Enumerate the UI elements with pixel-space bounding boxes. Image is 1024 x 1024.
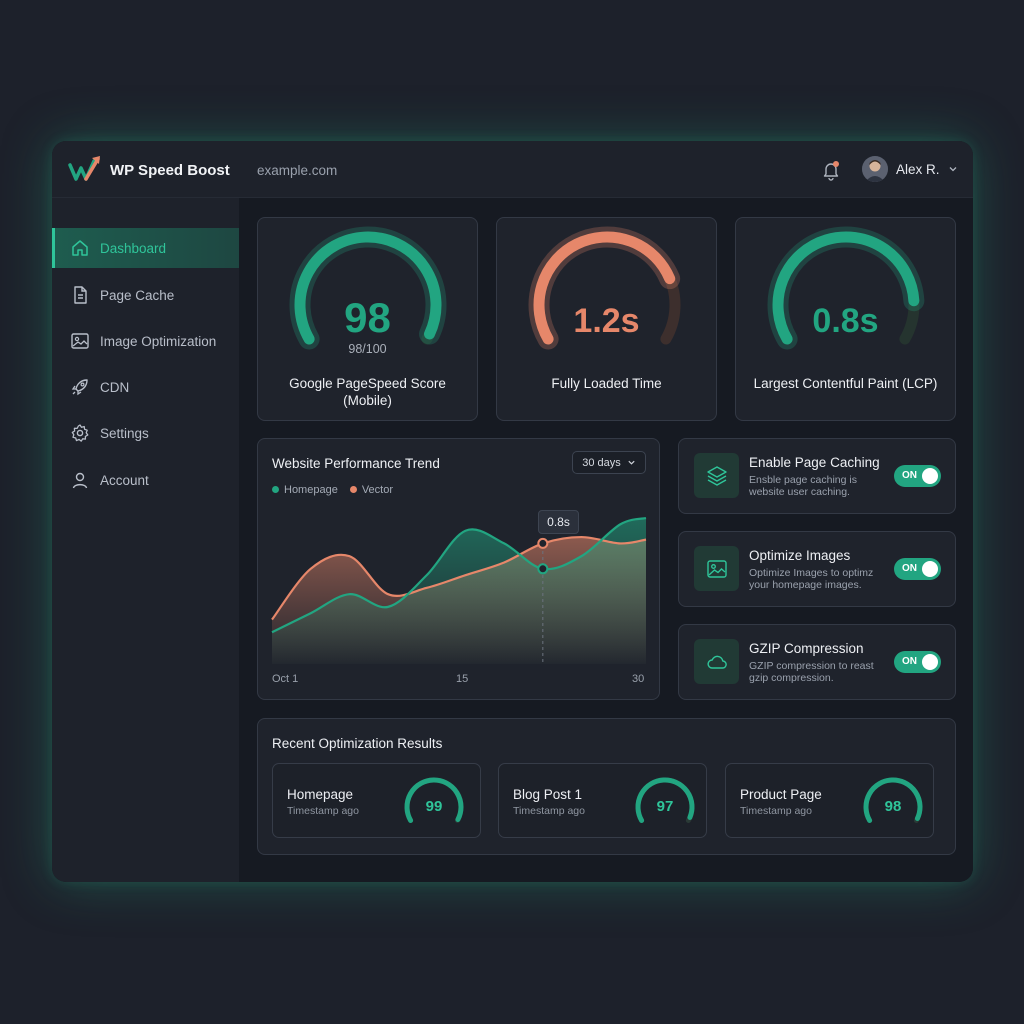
sidebar-item-label: CDN — [100, 379, 130, 395]
description-line: your homepage images. — [749, 579, 862, 591]
toggle-state: ON — [902, 656, 917, 667]
result-item-product-page[interactable]: Product Page Timestamp ago 98 — [725, 763, 934, 838]
sidebar-item-page-cache[interactable]: Page Cache — [52, 275, 239, 315]
description-line: Ensble page caching is — [749, 474, 857, 486]
gear-icon — [71, 424, 89, 442]
toggle-knob — [922, 654, 938, 670]
app-name: WP Speed Boost — [110, 161, 230, 179]
page-caching-description: Ensble page caching is website user cach… — [749, 474, 884, 498]
page-caching-title: Enable Page Caching — [749, 455, 880, 470]
description-line: Optimize Images to optimz — [749, 567, 874, 579]
layers-icon — [706, 465, 727, 486]
result-name: Product Page — [740, 787, 822, 802]
pagespeed-score-label: Google PageSpeed Score (Mobile) — [258, 375, 477, 409]
user-menu[interactable]: Alex R. — [862, 156, 958, 182]
toggle-state: ON — [902, 563, 917, 574]
home-icon — [72, 240, 88, 256]
optimize-images-card: Optimize Images Optimize Images to optim… — [678, 531, 956, 607]
sidebar-item-label: Dashboard — [100, 240, 167, 256]
highlight-point-vector[interactable] — [537, 537, 549, 549]
sidebar-item-dashboard[interactable]: Dashboard — [52, 228, 239, 268]
user-icon — [72, 472, 88, 489]
optimize-images-title: Optimize Images — [749, 548, 851, 563]
lcp-label: Largest Contentful Paint (LCP) — [753, 376, 938, 391]
result-score: 98 — [884, 798, 902, 815]
result-item-homepage[interactable]: Homepage Timestamp ago 99 — [272, 763, 481, 838]
sidebar-item-account[interactable]: Account — [52, 460, 239, 500]
chevron-down-icon — [949, 167, 956, 172]
optimize-images-description: Optimize Images to optimz your homepage … — [749, 567, 884, 591]
result-score: 99 — [425, 798, 443, 815]
x-tick-label: 30 — [632, 673, 645, 685]
recent-results-card: Recent Optimization Results Homepage Tim… — [257, 718, 956, 855]
toggle-state: ON — [902, 470, 917, 481]
lcp-value: 0.8s — [812, 302, 879, 340]
page-caching-icon-box — [694, 453, 739, 498]
document-icon — [74, 286, 87, 304]
chart-tooltip: 0.8s — [538, 510, 579, 534]
sidebar-item-label: Settings — [100, 425, 149, 441]
gzip-title: GZIP Compression — [749, 641, 864, 656]
cloud-icon — [706, 655, 727, 669]
x-tick-label: Oct 1 — [272, 673, 299, 685]
toggle-knob — [922, 561, 938, 577]
sidebar-item-settings[interactable]: Settings — [52, 413, 239, 453]
description-line: GZIP compression to reast — [749, 660, 874, 672]
image-icon — [706, 559, 727, 578]
page-caching-toggle[interactable]: ON — [894, 465, 941, 487]
performance-trend-card: Website Performance Trend 30 days Homepa… — [257, 438, 660, 700]
result-name: Homepage — [287, 787, 354, 802]
highlight-point-homepage[interactable] — [537, 563, 549, 575]
gzip-icon-box — [694, 639, 739, 684]
notifications-button[interactable] — [820, 159, 842, 181]
site-url[interactable]: example.com — [257, 163, 337, 178]
result-timestamp: Timestamp ago — [513, 805, 585, 817]
optimize-images-icon-box — [694, 546, 739, 591]
toggle-knob — [922, 468, 938, 484]
gzip-compression-card: GZIP Compression GZIP compression to rea… — [678, 624, 956, 700]
pagespeed-score-card[interactable]: 98 98/100 Google PageSpeed Score (Mobile… — [257, 217, 478, 421]
fully-loaded-time-card[interactable]: 1.2s Fully Loaded Time — [496, 217, 717, 421]
user-name: Alex R. — [896, 161, 940, 177]
fully-loaded-time-label: Fully Loaded Time — [551, 376, 662, 391]
optimize-images-toggle[interactable]: ON — [894, 558, 941, 580]
gzip-toggle[interactable]: ON — [894, 651, 941, 673]
metric-label-line: (Mobile) — [343, 393, 392, 408]
x-tick-label: 15 — [456, 673, 469, 685]
rocket-icon — [71, 379, 88, 396]
lcp-card[interactable]: 0.8s Largest Contentful Paint (LCP) — [735, 217, 956, 421]
image-icon — [71, 333, 89, 349]
result-item-blog-post[interactable]: Blog Post 1 Timestamp ago 97 — [498, 763, 707, 838]
sidebar-item-label: Account — [100, 472, 149, 488]
page-caching-card: Enable Page Caching Ensble page caching … — [678, 438, 956, 514]
avatar — [862, 156, 888, 182]
sidebar-item-label: Page Cache — [100, 287, 175, 303]
sidebar: Dashboard Page Cache Image Optimization — [52, 198, 239, 882]
result-score: 97 — [656, 798, 674, 815]
description-line: website user caching. — [749, 486, 850, 498]
trend-chart-plot — [271, 516, 647, 664]
logo-icon — [68, 156, 100, 181]
fully-loaded-time-value: 1.2s — [573, 302, 640, 340]
sidebar-item-label: Image Optimization — [100, 333, 217, 349]
bell-icon — [823, 161, 839, 181]
app-window: WP Speed Boost example.com Alex R. Dashb… — [52, 141, 973, 882]
gzip-description: GZIP compression to reast gzip compressi… — [749, 660, 884, 684]
sidebar-item-image-optimization[interactable]: Image Optimization — [52, 321, 239, 361]
main-content: 98 98/100 Google PageSpeed Score (Mobile… — [239, 198, 973, 882]
sidebar-item-cdn[interactable]: CDN — [52, 367, 239, 407]
top-bar: WP Speed Boost example.com Alex R. — [52, 141, 973, 198]
result-timestamp: Timestamp ago — [740, 805, 812, 817]
pagespeed-score-value: 98 — [344, 294, 391, 341]
description-line: gzip compression. — [749, 672, 834, 684]
recent-results-title: Recent Optimization Results — [272, 736, 443, 751]
result-timestamp: Timestamp ago — [287, 805, 359, 817]
brand[interactable]: WP Speed Boost — [68, 155, 230, 185]
result-name: Blog Post 1 — [513, 787, 583, 802]
pagespeed-score-sub: 98/100 — [348, 342, 387, 356]
metric-label-line: Google PageSpeed Score — [289, 376, 446, 391]
notification-dot — [833, 161, 839, 167]
